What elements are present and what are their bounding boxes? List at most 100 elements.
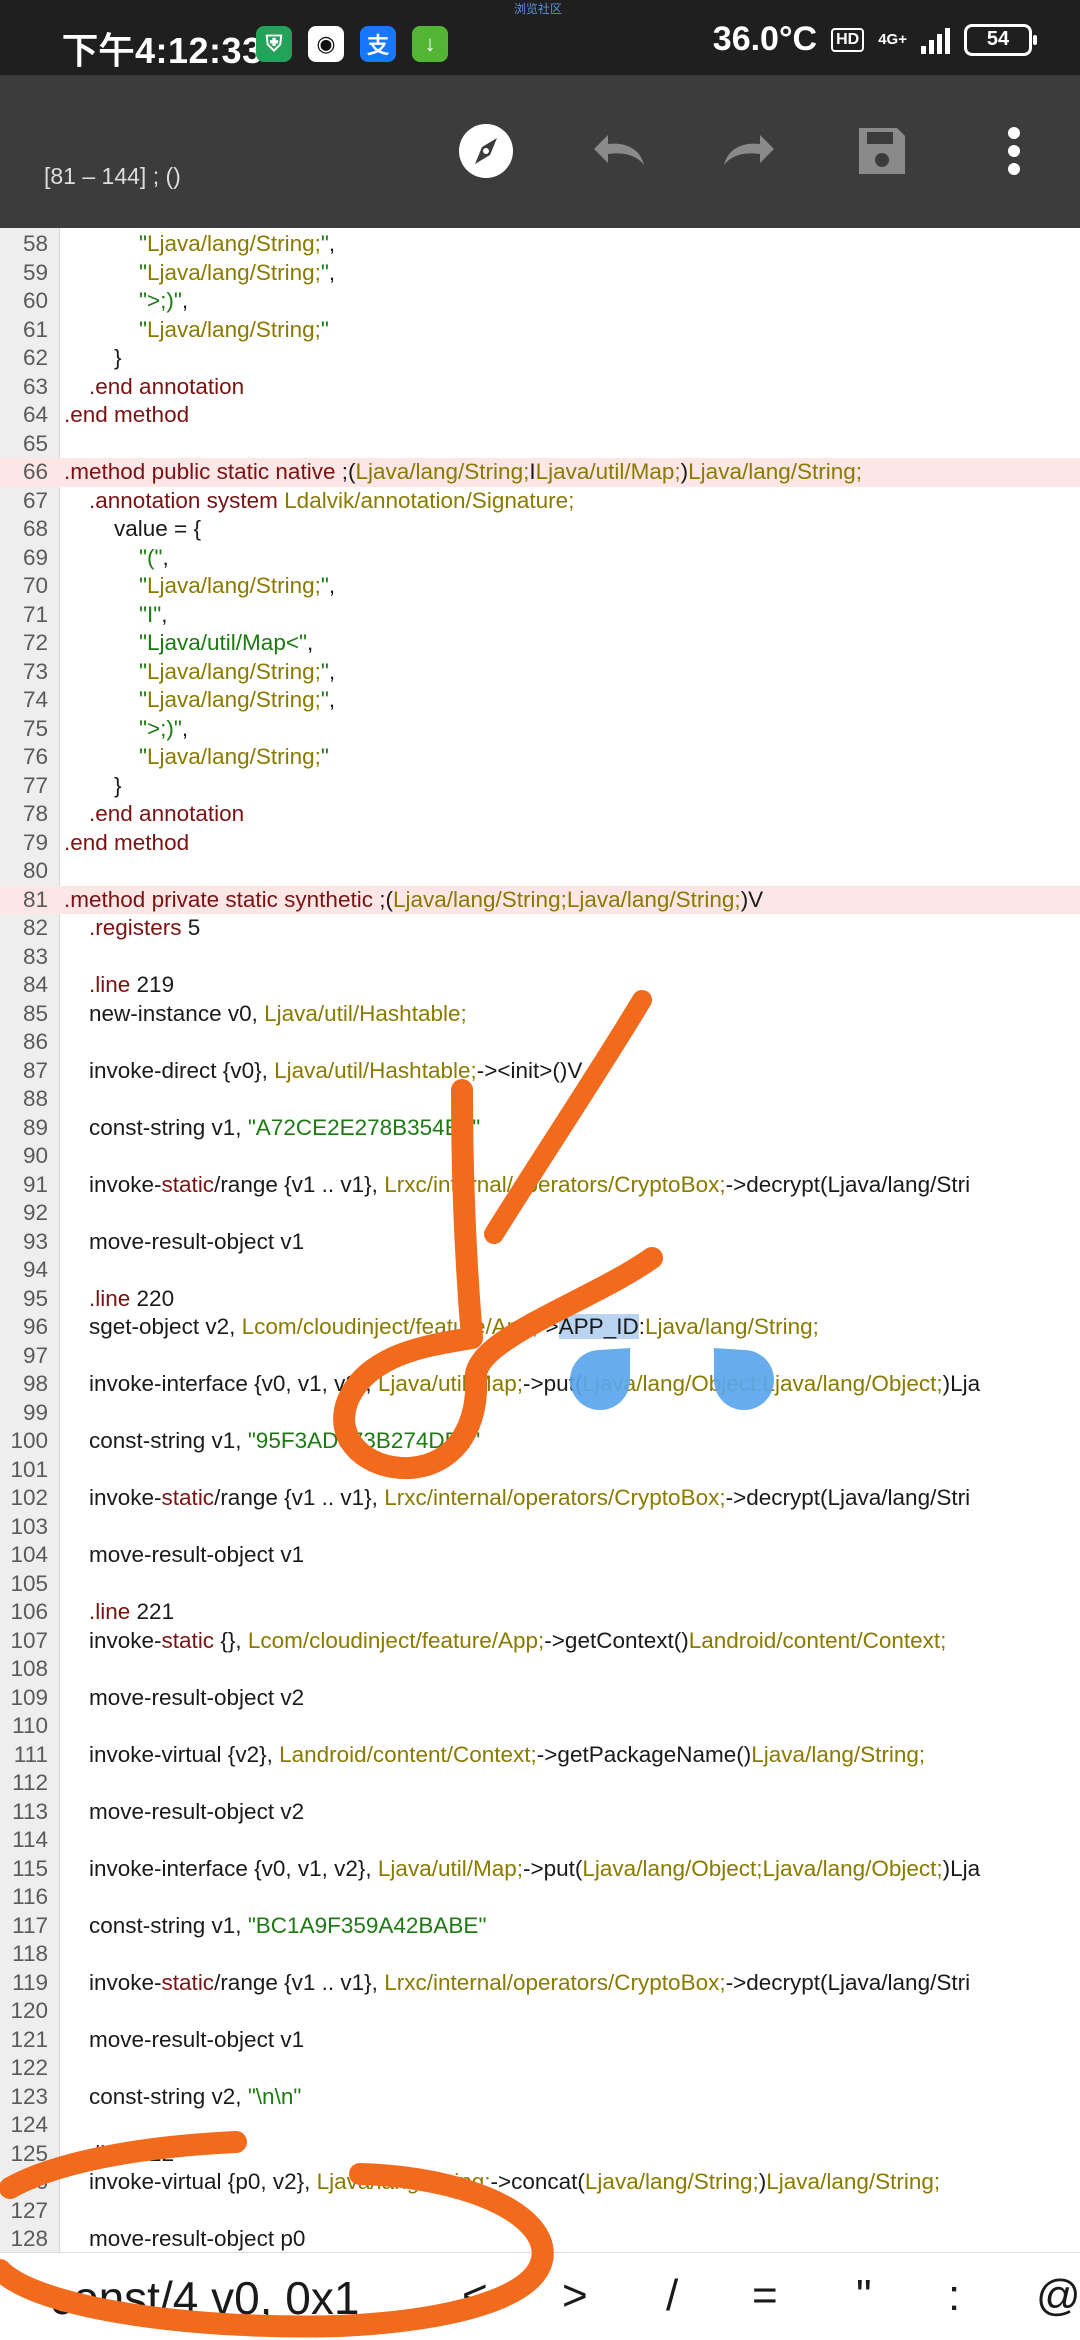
symbol-key-less-than[interactable]: < (462, 2271, 488, 2321)
code-line[interactable]: 61 "Ljava/lang/String;" (0, 316, 1080, 345)
code-line[interactable]: 75 ">;)", (0, 715, 1080, 744)
code-line[interactable]: 95 .line 220 (0, 1285, 1080, 1314)
more-options-button[interactable] (978, 115, 1050, 187)
code-line[interactable]: 94 (0, 1256, 1080, 1285)
code-line[interactable]: 114 (0, 1826, 1080, 1855)
network-type-label: 4G+ (878, 30, 907, 48)
code-line[interactable]: 83 (0, 943, 1080, 972)
code-line[interactable]: 109 move-result-object v2 (0, 1684, 1080, 1713)
symbol-key-slash[interactable]: / (666, 2271, 678, 2321)
code-line[interactable]: 99 (0, 1399, 1080, 1428)
code-line[interactable]: 86 (0, 1028, 1080, 1057)
symbol-key-colon[interactable]: : (948, 2271, 960, 2321)
code-text: .line 220 (89, 1285, 175, 1311)
code-line[interactable]: 62 } (0, 344, 1080, 373)
code-line[interactable]: 105 (0, 1570, 1080, 1599)
code-text: const-string v1, "95F3AD373B274DB4" (64, 1428, 481, 1453)
code-line[interactable]: 122 (0, 2054, 1080, 2083)
code-line[interactable]: 68 value = { (0, 515, 1080, 544)
code-line[interactable]: 58 "Ljava/lang/String;", (0, 230, 1080, 259)
code-line[interactable]: 63 .end annotation (0, 373, 1080, 402)
code-line[interactable]: 111 invoke-virtual {v2}, Landroid/conten… (0, 1741, 1080, 1770)
code-line[interactable]: 98 invoke-interface {v0, v1, v2}, Ljava/… (0, 1370, 1080, 1399)
code-line[interactable]: 112 (0, 1769, 1080, 1798)
code-line[interactable]: 82 .registers 5 (0, 914, 1080, 943)
symbol-key-at[interactable]: @ (1036, 2271, 1080, 2321)
code-line[interactable]: 126 invoke-virtual {p0, v2}, Ljava/lang/… (0, 2168, 1080, 2197)
code-line[interactable]: 115 invoke-interface {v0, v1, v2}, Ljava… (0, 1855, 1080, 1884)
code-line[interactable]: 107 invoke-static {}, Lcom/cloudinject/f… (0, 1627, 1080, 1656)
code-line[interactable]: 93 move-result-object v1 (0, 1228, 1080, 1257)
code-line[interactable]: 116 (0, 1883, 1080, 1912)
line-number: 118 (12, 1941, 48, 1966)
code-line[interactable]: 69 "(", (0, 544, 1080, 573)
code-line[interactable]: 127 (0, 2197, 1080, 2226)
line-number: 110 (12, 1713, 48, 1738)
code-line[interactable]: 96 sget-object v2, Lcom/cloudinject/feat… (0, 1313, 1080, 1342)
symbol-input-bar: const/4 v0, 0x1 < > / = " : @ (0, 2252, 1080, 2340)
code-line[interactable]: 59 "Ljava/lang/String;", (0, 259, 1080, 288)
code-line[interactable]: 71 "I", (0, 601, 1080, 630)
symbol-key-quote[interactable]: " (856, 2271, 872, 2321)
code-line[interactable]: 90 (0, 1142, 1080, 1171)
code-line[interactable]: 125 .line 222 (0, 2140, 1080, 2169)
code-line[interactable]: 91 invoke-static/range {v1 .. v1}, Lrxc/… (0, 1171, 1080, 1200)
code-line[interactable]: 74 "Ljava/lang/String;", (0, 686, 1080, 715)
code-line[interactable]: 79 .end method (0, 829, 1080, 858)
code-line[interactable]: 76 "Ljava/lang/String;" (0, 743, 1080, 772)
code-line[interactable]: 77 } (0, 772, 1080, 801)
code-line[interactable]: 100 const-string v1, "95F3AD373B274DB4" (0, 1427, 1080, 1456)
code-text: .annotation system Ldalvik/annotation/Si… (89, 487, 575, 513)
code-line[interactable]: 118 (0, 1940, 1080, 1969)
shield-app-icon: ⛨ (256, 26, 292, 62)
code-line[interactable]: 97 (0, 1342, 1080, 1371)
code-line[interactable]: 124 (0, 2111, 1080, 2140)
line-number: 81 (22, 886, 48, 912)
code-line[interactable]: 106 .line 221 (0, 1598, 1080, 1627)
code-line[interactable]: 120 (0, 1997, 1080, 2026)
code-line[interactable]: 102 invoke-static/range {v1 .. v1}, Lrxc… (0, 1484, 1080, 1513)
code-line[interactable]: 121 move-result-object v1 (0, 2026, 1080, 2055)
code-line[interactable]: 85 new-instance v0, Ljava/util/Hashtable… (0, 1000, 1080, 1029)
code-line[interactable]: 81 .method private static synthetic ;(Lja… (0, 885, 1080, 914)
symbol-key-greater-than[interactable]: > (562, 2271, 588, 2321)
code-line[interactable]: 103 (0, 1513, 1080, 1542)
code-line[interactable]: 67 .annotation system Ldalvik/annotation… (0, 487, 1080, 516)
redo-button[interactable] (714, 115, 786, 187)
code-line[interactable]: 101 (0, 1456, 1080, 1485)
code-line[interactable]: 119 invoke-static/range {v1 .. v1}, Lrxc… (0, 1969, 1080, 1998)
code-line[interactable]: 80 (0, 857, 1080, 886)
code-line[interactable]: 72 "Ljava/util/Map<", (0, 629, 1080, 658)
code-line[interactable]: 88 (0, 1085, 1080, 1114)
code-line[interactable]: 128 move-result-object p0 (0, 2225, 1080, 2252)
code-line[interactable]: 84 .line 219 (0, 971, 1080, 1000)
code-line[interactable]: 66 .method public static native ;(Ljava/l… (0, 458, 1080, 487)
line-number: 124 (10, 2112, 48, 2137)
code-line[interactable]: 87 invoke-direct {v0}, Ljava/util/Hashta… (0, 1057, 1080, 1086)
navigate-compass-button[interactable] (450, 115, 522, 187)
code-line[interactable]: 64 .end method (0, 401, 1080, 430)
code-line[interactable]: 92 (0, 1199, 1080, 1228)
code-suggestion[interactable]: const/4 v0, 0x1 (50, 2271, 359, 2325)
code-text: invoke-direct {v0}, Ljava/util/Hashtable… (64, 1057, 583, 1083)
code-line[interactable]: 73 "Ljava/lang/String;", (0, 658, 1080, 687)
undo-button[interactable] (582, 115, 654, 187)
code-line[interactable]: 89 const-string v1, "A72CE2E278B354E6" (0, 1114, 1080, 1143)
line-number: 99 (22, 1399, 48, 1425)
code-line[interactable]: 78 .end annotation (0, 800, 1080, 829)
code-line[interactable]: 108 (0, 1655, 1080, 1684)
selected-text[interactable]: APP_ID (558, 1314, 639, 1339)
line-number: 104 (10, 1542, 48, 1567)
code-text: .line 219 (89, 972, 175, 997)
code-line[interactable]: 110 (0, 1712, 1080, 1741)
code-line[interactable]: 123 const-string v2, "\n\n" (0, 2083, 1080, 2112)
code-editor[interactable]: 58 "Ljava/lang/String;", 59 "Ljava/lang/S… (0, 228, 1080, 2252)
code-line[interactable]: 117 const-string v1, "BC1A9F359A42BABE" (0, 1912, 1080, 1941)
code-line[interactable]: 60 ">;)", (0, 287, 1080, 316)
code-line[interactable]: 70 "Ljava/lang/String;", (0, 572, 1080, 601)
save-button[interactable] (846, 115, 918, 187)
code-line[interactable]: 65 (0, 430, 1080, 459)
code-line[interactable]: 113 move-result-object v2 (0, 1798, 1080, 1827)
symbol-key-equals[interactable]: = (752, 2271, 778, 2321)
code-line[interactable]: 104 move-result-object v1 (0, 1541, 1080, 1570)
